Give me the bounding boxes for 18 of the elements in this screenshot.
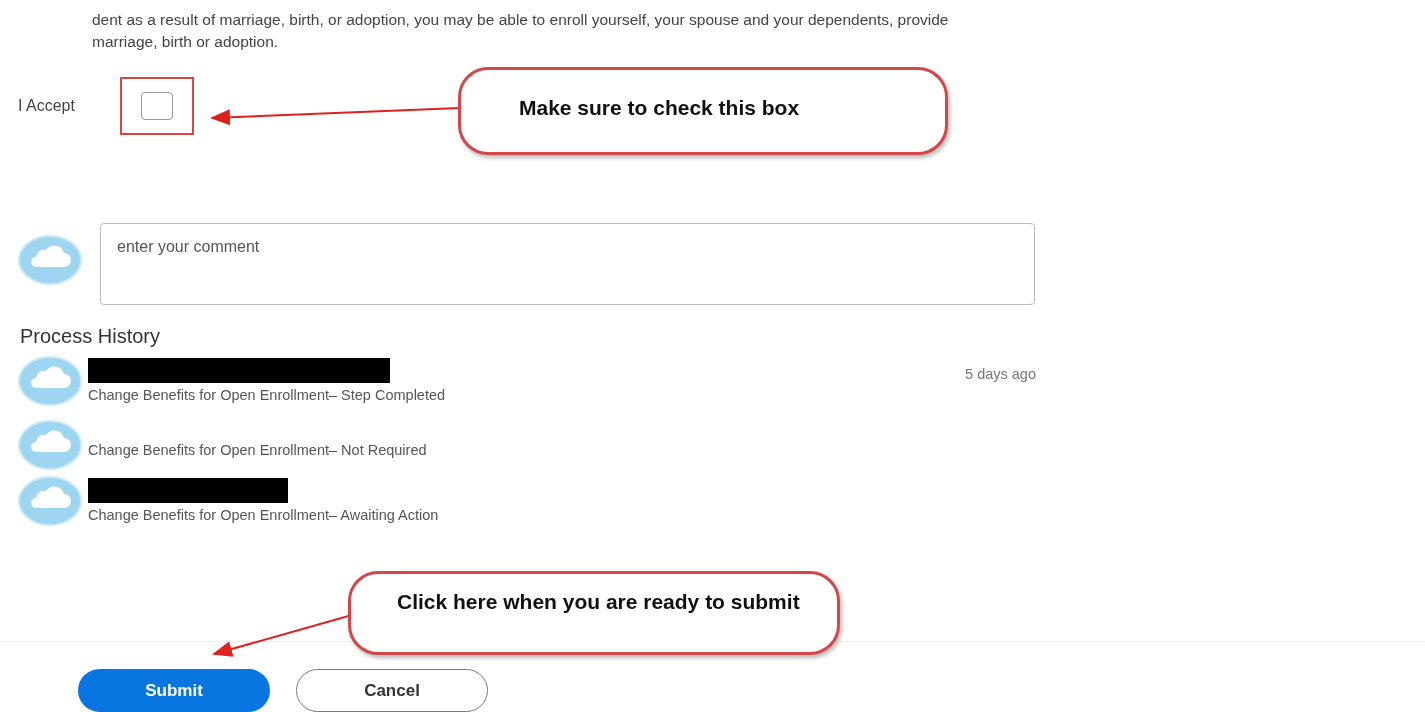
cancel-button[interactable]: Cancel: [296, 669, 488, 712]
field-label: I Accept: [18, 97, 76, 115]
avatar-icon: [18, 476, 82, 526]
timestamp: 5 days ago: [965, 366, 1036, 382]
section-heading: Process History: [20, 325, 162, 348]
comment-field[interactable]: enter your comment: [100, 223, 1035, 305]
status-text: Change Benefits for Open Enrollment– Awaiting Action: [88, 507, 439, 523]
paragraph-text: dent as a result of marriage, birth, or adoption, you may be able to enroll yourself, your spouse and your dependents, provide: [92, 10, 950, 30]
avatar-icon: [18, 356, 82, 406]
callout-bubble: Click here when you are ready to submit: [348, 571, 840, 655]
paragraph-text: marriage, birth or adoption.: [92, 32, 280, 52]
accept-checkbox[interactable]: [141, 92, 173, 120]
status-text: Change Benefits for Open Enrollment– Step Completed: [88, 387, 446, 403]
avatar-icon: [18, 235, 82, 285]
avatar-icon: [18, 420, 82, 470]
callout-bubble: Make sure to check this box: [458, 67, 948, 155]
submit-button[interactable]: Submit: [78, 669, 270, 712]
status-text: Change Benefits for Open Enrollment– Not Required: [88, 442, 427, 458]
